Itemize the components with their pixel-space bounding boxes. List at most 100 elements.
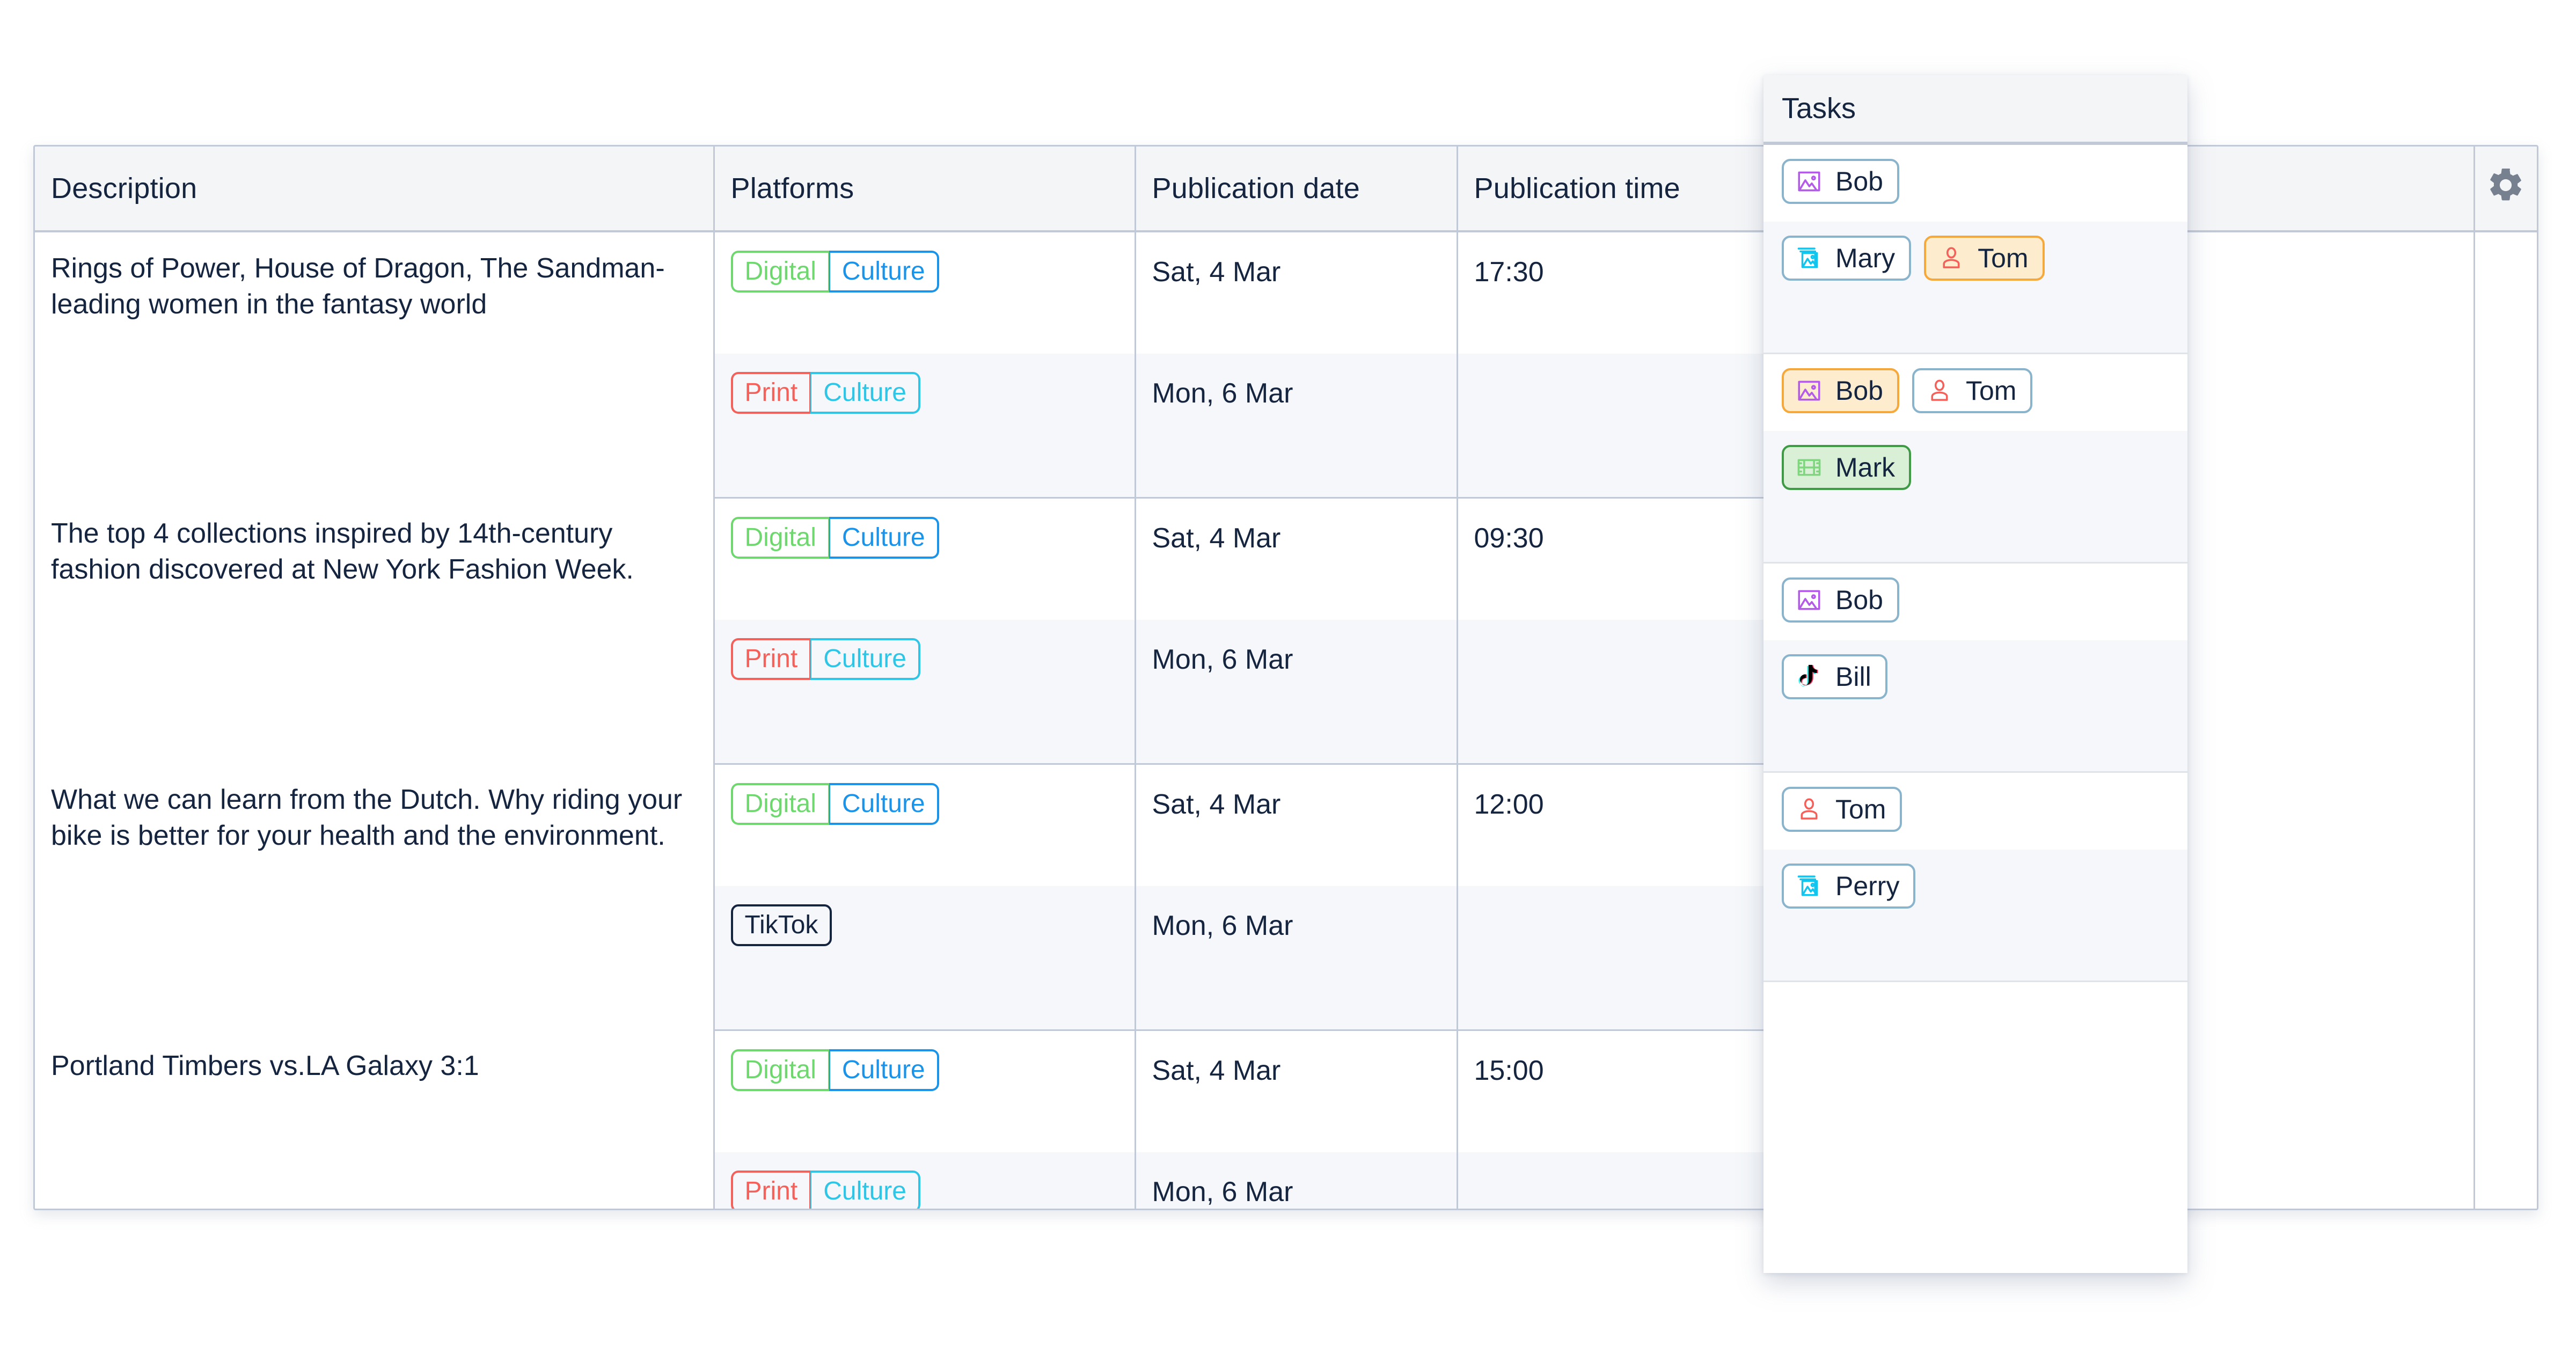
task-chip[interactable]: Bill (1782, 654, 1887, 699)
cell-publication-date[interactable]: Sat, 4 Mar (1135, 231, 1457, 354)
platform-tag-left: TikTok (731, 904, 832, 946)
task-chip[interactable]: Tom (1912, 368, 2032, 413)
platform-tag-left: Digital (731, 783, 829, 825)
column-header-publication-date[interactable]: Publication date (1135, 147, 1457, 231)
platform-tag-left: Print (731, 372, 811, 414)
cell-publication-time[interactable]: 15:00 (1457, 1030, 1779, 1152)
task-chip[interactable]: Bob (1782, 368, 1899, 413)
cell-publication-time[interactable]: 12:00 (1457, 764, 1779, 886)
cell-platforms[interactable]: DigitalCulture (714, 498, 1135, 620)
task-chip[interactable]: Mary (1782, 236, 1911, 281)
task-row: Bob Tom (1763, 354, 2187, 431)
task-chip-label: Bill (1835, 663, 1871, 690)
task-group: Tom Perry (1763, 773, 2187, 982)
cell-publication-time[interactable]: 17:30 (1457, 231, 1779, 354)
cell-row-actions[interactable] (2474, 498, 2537, 764)
platform-tag-right: Culture (829, 1049, 939, 1091)
gear-icon (2486, 165, 2526, 212)
table-settings-button[interactable] (2474, 147, 2537, 231)
cell-publication-time[interactable] (1457, 1152, 1779, 1210)
tasks-popup-panel: Tasks Bob Mary Tom Bob Tom Mark Bob Bill Tom Perr… (1763, 75, 2187, 1273)
task-chip-label: Bob (1835, 587, 1883, 613)
cell-description[interactable]: What we can learn from the Dutch. Why ri… (35, 764, 714, 1030)
task-chip[interactable]: Bob (1782, 577, 1899, 623)
task-chip-label: Tom (1835, 796, 1886, 823)
task-chip-label: Mark (1835, 454, 1895, 481)
task-chip[interactable]: Perry (1782, 864, 1915, 909)
cell-publication-date[interactable]: Mon, 6 Mar (1135, 886, 1457, 1030)
task-row: Bob (1763, 145, 2187, 222)
task-group: Bob Tom Mark (1763, 354, 2187, 564)
cell-publication-date[interactable]: Sat, 4 Mar (1135, 498, 1457, 620)
task-chip-label: Bob (1835, 377, 1883, 404)
cell-publication-time[interactable] (1457, 620, 1779, 764)
column-header-platforms[interactable]: Platforms (714, 147, 1135, 231)
platform-tag-right: Culture (810, 372, 920, 414)
cell-publication-time[interactable]: 09:30 (1457, 498, 1779, 620)
cell-platforms[interactable]: PrintCulture (714, 1152, 1135, 1210)
tasks-panel-body: Bob Mary Tom Bob Tom Mark Bob Bill Tom Perry (1763, 145, 2187, 1270)
gallery-icon (1795, 244, 1824, 273)
cell-platforms[interactable]: DigitalCulture (714, 231, 1135, 354)
cell-publication-date[interactable]: Sat, 4 Mar (1135, 764, 1457, 886)
task-chip-label: Tom (1978, 245, 2028, 272)
platform-tag-right: Culture (810, 638, 920, 680)
task-row: Mark (1763, 431, 2187, 562)
platform-tag[interactable]: DigitalCulture (731, 251, 939, 292)
cell-platforms[interactable]: PrintCulture (714, 354, 1135, 498)
cell-publication-time[interactable] (1457, 354, 1779, 498)
tasks-panel-filler (1763, 982, 2187, 1167)
person-icon (1925, 376, 1954, 405)
platform-tag-right: Culture (829, 517, 939, 559)
cell-publication-time[interactable] (1457, 886, 1779, 1030)
cell-publication-date[interactable]: Sat, 4 Mar (1135, 1030, 1457, 1152)
platform-tag[interactable]: PrintCulture (731, 638, 920, 680)
tasks-panel-title: Tasks (1782, 92, 1856, 125)
cell-row-actions[interactable] (2474, 1030, 2537, 1210)
task-row: Perry (1763, 850, 2187, 981)
platform-tag[interactable]: DigitalCulture (731, 783, 939, 825)
task-chip-label: Bob (1835, 168, 1883, 195)
column-header-publication-time[interactable]: Publication time (1457, 147, 1779, 231)
platform-tag-right: Culture (810, 1171, 920, 1210)
cell-platforms[interactable]: DigitalCulture (714, 1030, 1135, 1152)
task-chip[interactable]: Tom (1782, 787, 1902, 832)
platform-tag[interactable]: TikTok (731, 904, 832, 946)
cell-platforms[interactable]: TikTok (714, 886, 1135, 1030)
task-chip-label: Mary (1835, 245, 1895, 272)
cell-row-actions[interactable] (2474, 231, 2537, 498)
tiktok-icon (1795, 662, 1824, 691)
platform-tag-left: Digital (731, 1049, 829, 1091)
task-chip[interactable]: Mark (1782, 445, 1911, 490)
column-header-description[interactable]: Description (35, 147, 714, 231)
platform-tag[interactable]: PrintCulture (731, 1171, 920, 1210)
platform-tag[interactable]: DigitalCulture (731, 517, 939, 559)
image-icon (1795, 586, 1824, 615)
platform-tag[interactable]: PrintCulture (731, 372, 920, 414)
task-group: Bob Mary Tom (1763, 145, 2187, 354)
cell-description[interactable]: Portland Timbers vs.LA Galaxy 3:1 (35, 1030, 714, 1210)
task-row: Bill (1763, 640, 2187, 771)
cell-description[interactable]: The top 4 collections inspired by 14th-c… (35, 498, 714, 764)
cell-publication-date[interactable]: Mon, 6 Mar (1135, 620, 1457, 764)
task-row: Mary Tom (1763, 222, 2187, 353)
cell-row-actions[interactable] (2474, 764, 2537, 1030)
platform-tag-left: Print (731, 1171, 811, 1210)
cell-description[interactable]: Rings of Power, House of Dragon, The San… (35, 231, 714, 498)
task-group: Bob Bill (1763, 564, 2187, 773)
platform-tag-right: Culture (829, 251, 939, 292)
task-chip[interactable]: Tom (1924, 236, 2044, 281)
platform-tag-left: Print (731, 638, 811, 680)
platform-tag[interactable]: DigitalCulture (731, 1049, 939, 1091)
tasks-panel-header: Tasks (1763, 75, 2187, 145)
film-icon (1795, 453, 1824, 482)
platform-tag-right: Culture (829, 783, 939, 825)
task-chip[interactable]: Bob (1782, 159, 1899, 204)
image-icon (1795, 167, 1824, 196)
task-row: Bob (1763, 564, 2187, 640)
platform-tag-left: Digital (731, 251, 829, 292)
cell-platforms[interactable]: PrintCulture (714, 620, 1135, 764)
cell-publication-date[interactable]: Mon, 6 Mar (1135, 354, 1457, 498)
cell-platforms[interactable]: DigitalCulture (714, 764, 1135, 886)
cell-publication-date[interactable]: Mon, 6 Mar (1135, 1152, 1457, 1210)
